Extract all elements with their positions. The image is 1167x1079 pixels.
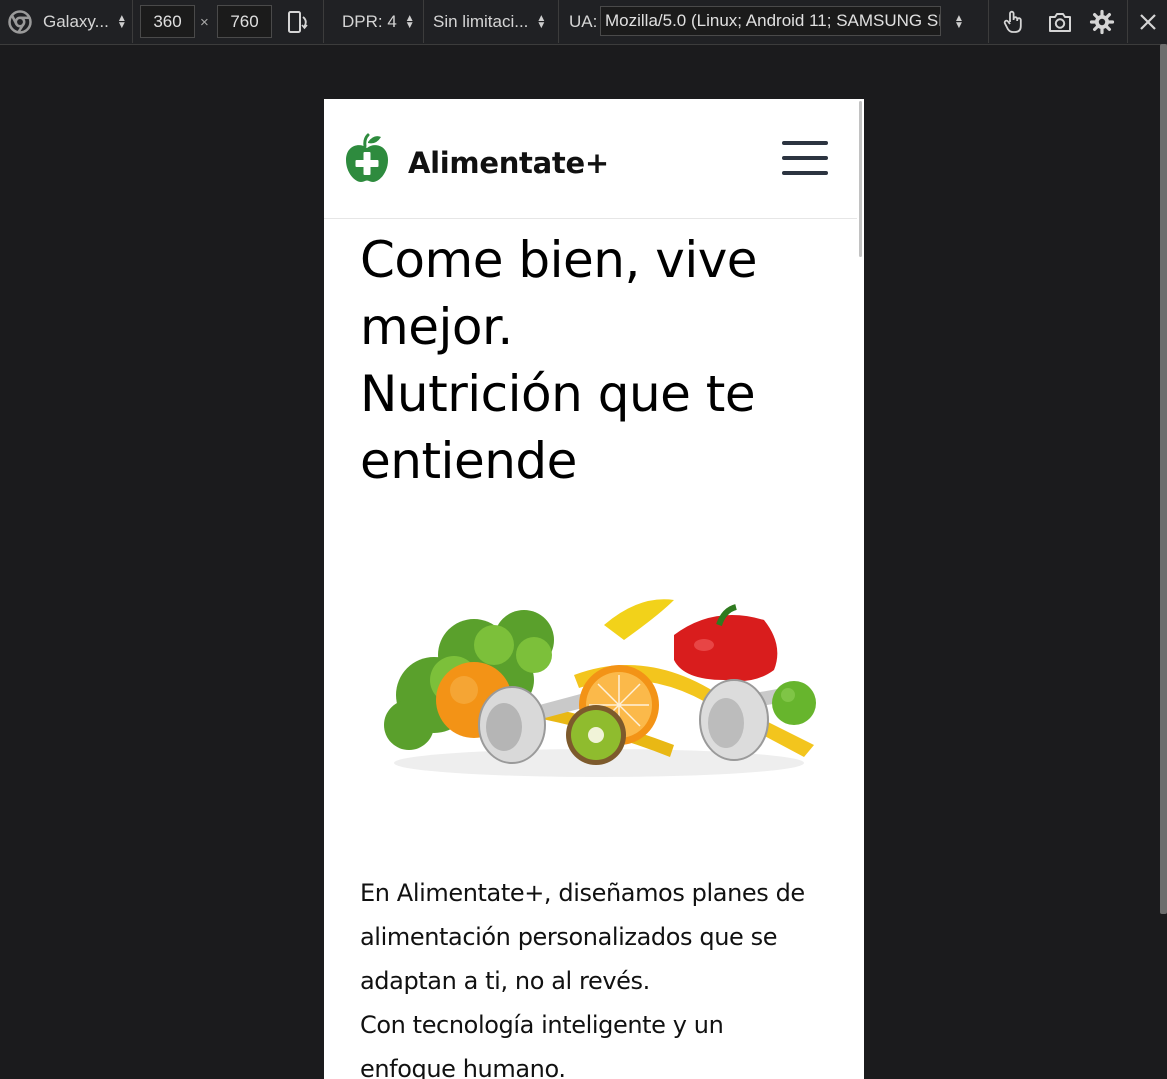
device-name: Galaxy... — [43, 12, 109, 31]
devtools-toolbar: Galaxy... ▲ ▼ 360 × 760 DPR: 4 ▲ ▼ Sin lim… — [0, 0, 1167, 45]
healthy-food-dumbbells-image — [374, 585, 824, 785]
close-icon[interactable] — [1134, 8, 1162, 36]
hero-title: Come bien, vive mejor. Nutrición que te … — [360, 227, 830, 495]
ua-select-arrows-icon[interactable]: ▲ ▼ — [954, 0, 964, 44]
dpr-select[interactable]: DPR: 4 ▲ ▼ — [342, 0, 415, 44]
site-header: Alimentate+ — [324, 99, 864, 219]
ua-label: UA: — [569, 12, 598, 31]
hero-title-line: Come bien, vive — [360, 231, 758, 289]
scrollbar-thumb[interactable] — [859, 101, 862, 257]
device-select[interactable]: Galaxy... ▲ ▼ — [43, 0, 127, 44]
hero-description-line: alimentación personalizados que se — [360, 923, 778, 951]
user-agent-input[interactable]: Mozilla/5.0 (Linux; Android 11; SAMSUNG … — [600, 6, 941, 36]
hero-description-line: En Alimentate+, diseñamos planes de — [360, 879, 805, 907]
dimension-separator: × — [200, 13, 209, 31]
screenshot-icon[interactable] — [1046, 8, 1074, 36]
device-viewport: Alimentate+ Come bien, vive mejor. Nutri… — [324, 99, 864, 1079]
touch-icon[interactable] — [1000, 8, 1028, 36]
viewport-scrollbar[interactable] — [857, 99, 864, 1079]
rotate-device-icon[interactable] — [284, 8, 312, 36]
select-arrows-icon: ▲ ▼ — [116, 13, 127, 31]
hero-description: En Alimentate+, diseñamos planes de alim… — [360, 871, 840, 1079]
menu-icon[interactable] — [782, 139, 830, 179]
throttling-select[interactable]: Sin limitaci... ▲ ▼ — [433, 0, 546, 44]
height-input[interactable]: 760 — [217, 5, 272, 38]
throttling-label: Sin limitaci... — [433, 12, 529, 31]
hero-description-line: enfoque humano. — [360, 1055, 566, 1079]
settings-icon[interactable] — [1088, 8, 1116, 36]
select-arrows-icon: ▲ ▼ — [536, 13, 547, 31]
browser-logo-icon — [8, 0, 32, 44]
apple-plus-logo-icon[interactable] — [344, 133, 390, 185]
hero-description-line: Con tecnología inteligente y un — [360, 1011, 724, 1039]
dpr-label: DPR: 4 — [342, 12, 397, 31]
select-arrows-icon: ▲ ▼ — [404, 13, 415, 31]
devtools-scrollbar[interactable] — [1160, 44, 1167, 914]
hero-title-line: entiende — [360, 432, 577, 490]
width-input[interactable]: 360 — [140, 5, 195, 38]
hero-title-line: Nutrición que te — [360, 365, 756, 423]
brand-name[interactable]: Alimentate+ — [408, 146, 609, 180]
hero-description-line: adaptan a ti, no al revés. — [360, 967, 650, 995]
hero-title-line: mejor. — [360, 298, 513, 356]
